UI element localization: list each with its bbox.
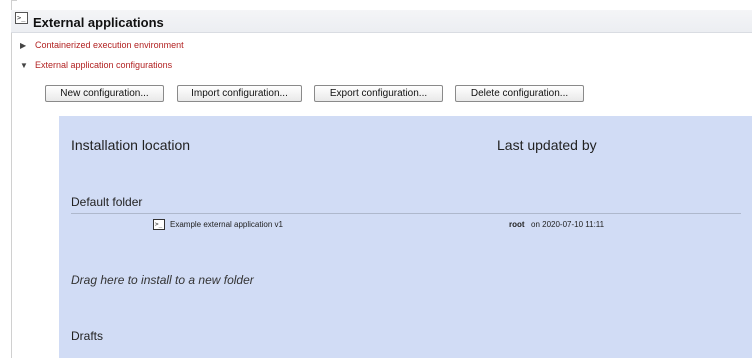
new-configuration-button[interactable]: New configuration... (45, 85, 164, 102)
updated-by-user: root (509, 220, 525, 229)
tree-item-label[interactable]: External application configurations (35, 60, 172, 70)
export-configuration-button[interactable]: Export configuration... (314, 85, 443, 102)
application-name[interactable]: Example external application v1 (170, 220, 283, 229)
column-header-last-updated: Last updated by (497, 137, 597, 153)
delete-configuration-button[interactable]: Delete configuration... (455, 85, 584, 102)
import-configuration-button[interactable]: Import configuration... (177, 85, 302, 102)
drop-target-new-folder[interactable]: Drag here to install to a new folder (71, 273, 254, 287)
folder-divider (71, 213, 741, 214)
terminal-icon: >_ (15, 12, 28, 24)
left-border-rule (11, 0, 12, 358)
tree-item-containerized-environment[interactable]: ▶ Containerized execution environment (20, 40, 184, 50)
expand-arrow-icon[interactable]: ▶ (20, 41, 30, 50)
column-header-installation-location: Installation location (71, 137, 191, 153)
drafts-folder-title[interactable]: Drafts (71, 329, 103, 343)
folder-title[interactable]: Default folder (71, 195, 142, 209)
section-title: External applications (33, 15, 164, 30)
terminal-icon: >_ (153, 219, 165, 230)
tree-item-external-app-configurations[interactable]: ▼ External application configurations (20, 60, 172, 70)
tree-item-label[interactable]: Containerized execution environment (35, 40, 184, 50)
updated-timestamp: on 2020-07-10 11:11 (531, 220, 605, 229)
corner-tick (11, 0, 17, 1)
collapse-arrow-icon[interactable]: ▼ (20, 61, 30, 70)
